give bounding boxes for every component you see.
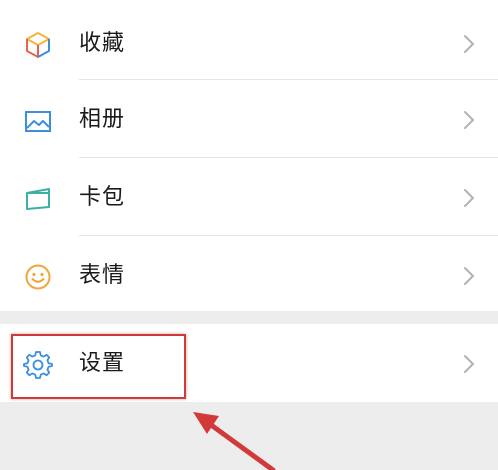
chevron-right-icon xyxy=(464,35,475,53)
card-wallet-icon xyxy=(26,188,50,210)
menu-item-label: 收藏 xyxy=(79,31,126,56)
menu-item-album[interactable]: 相册 xyxy=(0,80,498,158)
favorites-cube-icon xyxy=(26,32,50,58)
settings-highlight-box xyxy=(11,334,186,399)
smiley-face-icon xyxy=(25,264,51,290)
chevron-right-icon xyxy=(464,355,475,373)
chevron-right-icon xyxy=(464,189,475,207)
menu-group-main: 收藏 相册 卡包 表情 xyxy=(0,0,498,311)
menu-item-stickers[interactable]: 表情 xyxy=(0,236,498,314)
menu-item-label: 卡包 xyxy=(79,185,126,210)
menu-item-label: 表情 xyxy=(79,263,126,288)
menu-item-label: 相册 xyxy=(79,107,126,132)
chevron-right-icon xyxy=(464,267,475,285)
photo-album-icon xyxy=(25,111,51,132)
annotation-arrow-icon xyxy=(193,412,276,470)
chevron-right-icon xyxy=(464,111,475,129)
menu-item-card-wallet[interactable]: 卡包 xyxy=(0,158,498,236)
menu-item-favorites[interactable]: 收藏 xyxy=(0,4,498,82)
